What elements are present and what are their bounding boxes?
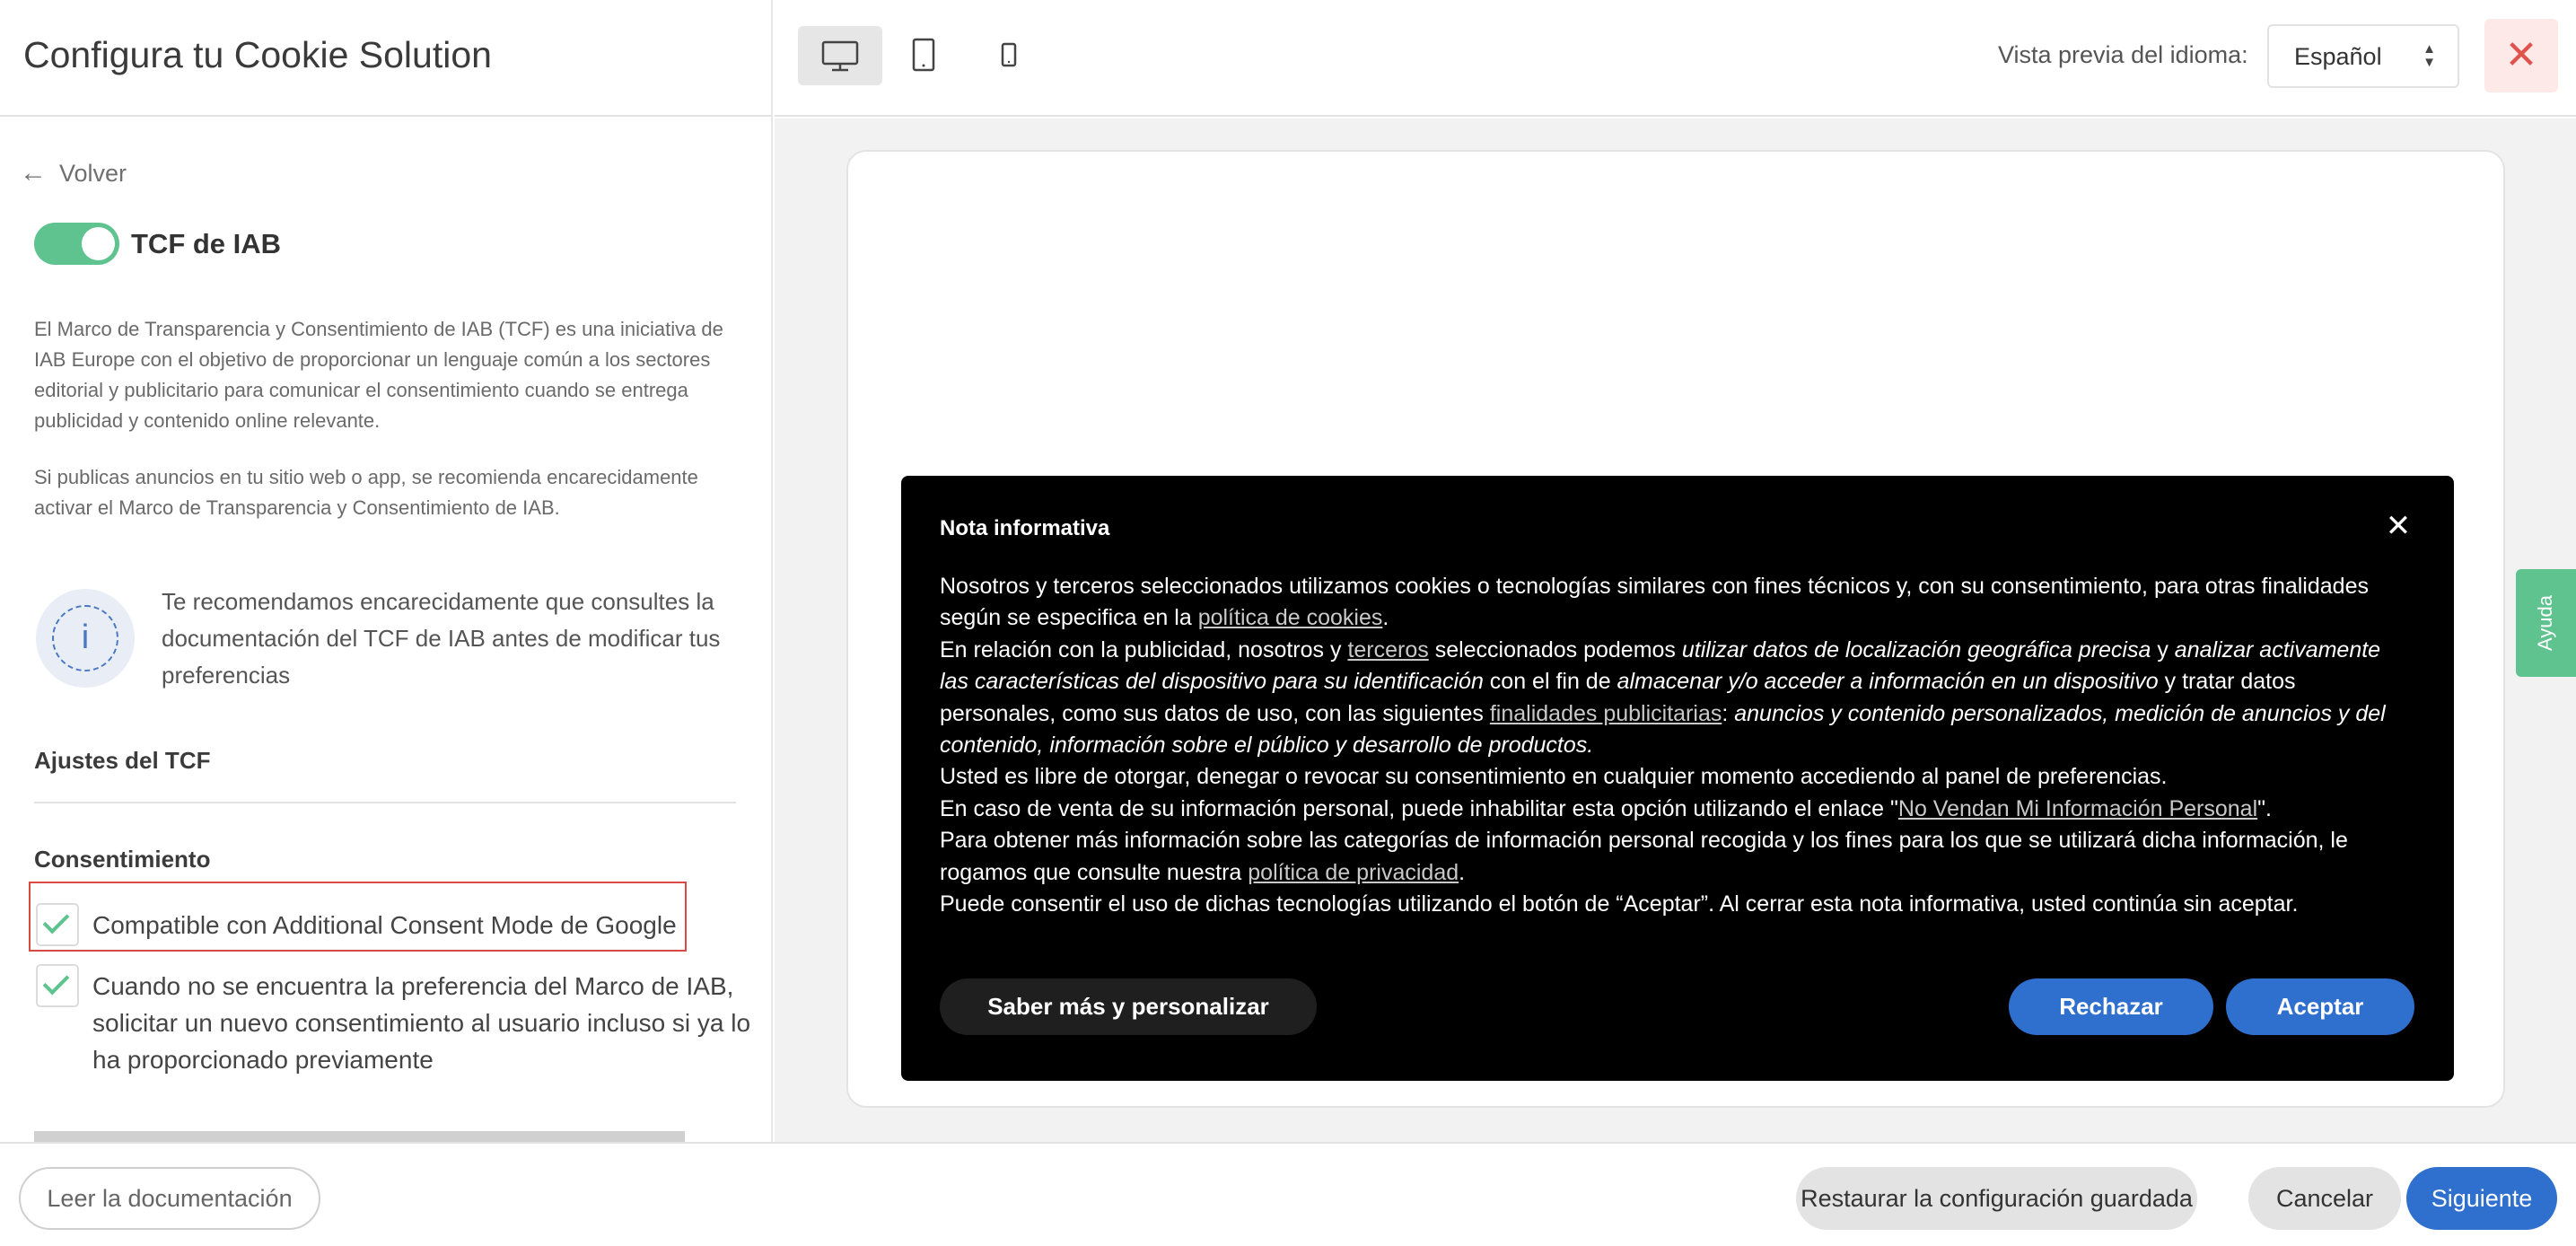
divider xyxy=(34,802,736,803)
mobile-icon xyxy=(1001,42,1017,67)
ad-purposes-link[interactable]: finalidades publicitarias xyxy=(1490,701,1722,726)
check-icon xyxy=(42,968,70,996)
banner-body: Nosotros y terceros seleccionados utiliz… xyxy=(940,571,2412,920)
tcf-toggle[interactable] xyxy=(34,223,119,265)
checkbox-reask-consent[interactable]: Cuando no se encuentra la preferencia de… xyxy=(36,964,750,1081)
read-docs-button[interactable]: Leer la documentación xyxy=(19,1167,320,1230)
consent-heading: Consentimiento xyxy=(34,846,211,873)
learn-more-button[interactable]: Saber más y personalizar xyxy=(940,978,1317,1035)
banner-paragraph: En caso de venta de su información perso… xyxy=(940,795,2272,821)
third-parties-link[interactable]: terceros xyxy=(1347,637,1428,662)
checkbox-label: Compatible con Additional Consent Mode d… xyxy=(92,911,677,939)
preview-toolbar: Vista previa del idioma: Español ▲ ▼ ✕ xyxy=(775,0,2576,117)
checkbox[interactable] xyxy=(36,903,79,946)
do-not-sell-link[interactable]: No Vendan Mi Información Personal xyxy=(1898,796,2257,821)
banner-paragraph: En relación con la publicidad, nosotros … xyxy=(940,636,2386,759)
privacy-policy-link[interactable]: política de privacidad xyxy=(1248,860,1459,885)
checkbox[interactable] xyxy=(36,964,79,1007)
back-link[interactable]: ← Volver xyxy=(20,158,127,189)
device-mobile-button[interactable] xyxy=(967,26,1051,85)
info-callout-text: Te recomendamos encarecidamente que cons… xyxy=(162,588,721,689)
help-label: Ayuda xyxy=(2534,595,2556,651)
device-desktop-button[interactable] xyxy=(798,26,882,85)
check-icon xyxy=(42,907,70,934)
checkbox-google-acm[interactable]: Compatible con Additional Consent Mode d… xyxy=(36,903,691,950)
select-arrows-icon: ▲ ▼ xyxy=(2423,41,2436,70)
tcf-toggle-label: TCF de IAB xyxy=(131,228,282,259)
restore-settings-button[interactable]: Restaurar la configuración guardada xyxy=(1796,1167,2197,1230)
desktop-icon xyxy=(821,40,859,72)
cancel-button[interactable]: Cancelar xyxy=(2248,1167,2401,1230)
language-select[interactable]: Español ▲ ▼ xyxy=(2267,24,2459,88)
language-value: Español xyxy=(2294,43,2382,70)
close-icon: ✕ xyxy=(2504,33,2538,77)
banner-paragraph: Nosotros y terceros seleccionados utiliz… xyxy=(940,574,2369,631)
tcf-settings-heading: Ajustes del TCF xyxy=(34,747,211,774)
footer-bar: Leer la documentación Restaurar la confi… xyxy=(0,1142,2576,1246)
cookie-banner: Nota informativa ✕ Nosotros y terceros s… xyxy=(901,476,2454,1081)
tcf-description: El Marco de Transparencia y Consentimien… xyxy=(34,318,723,432)
reject-button[interactable]: Rechazar xyxy=(2009,978,2213,1035)
tablet-icon xyxy=(912,38,935,72)
banner-paragraph: Para obtener más información sobre las c… xyxy=(940,828,2348,885)
tcf-recommendation: Si publicas anuncios en tu sitio web o a… xyxy=(34,466,698,519)
arrow-left-icon: ← xyxy=(20,158,47,188)
info-icon: i xyxy=(36,589,135,688)
help-tab[interactable]: Ayuda xyxy=(2516,569,2576,677)
panel-header: Configura tu Cookie Solution xyxy=(0,0,771,117)
toggle-knob xyxy=(82,227,115,260)
settings-panel: Configura tu Cookie Solution ← Volver TCF… xyxy=(0,0,773,1142)
banner-paragraph: Puede consentir el uso de dichas tecnolo… xyxy=(940,891,2299,917)
device-tablet-button[interactable] xyxy=(881,26,966,85)
clipped-content xyxy=(34,1131,685,1142)
banner-close-icon[interactable]: ✕ xyxy=(2380,508,2416,544)
banner-paragraph: Usted es libre de otorgar, denegar o rev… xyxy=(940,764,2168,790)
back-link-label: Volver xyxy=(59,160,127,187)
close-button[interactable]: ✕ xyxy=(2484,19,2558,92)
language-label: Vista previa del idioma: xyxy=(1998,41,2248,68)
accept-button[interactable]: Aceptar xyxy=(2226,978,2414,1035)
cookie-policy-link[interactable]: política de cookies xyxy=(1198,605,1383,630)
next-button[interactable]: Siguiente xyxy=(2406,1167,2557,1230)
page-title: Configura tu Cookie Solution xyxy=(23,34,492,75)
checkbox-label: Cuando no se encuentra la preferencia de… xyxy=(92,972,751,1074)
banner-title: Nota informativa xyxy=(940,516,1110,540)
